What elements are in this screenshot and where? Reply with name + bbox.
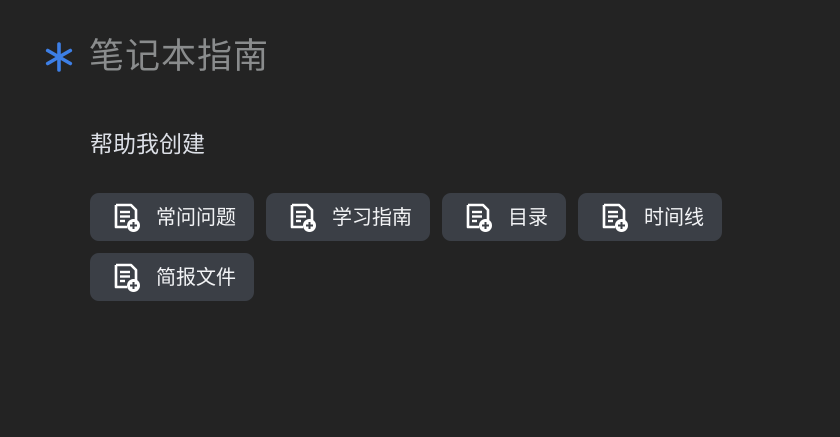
table-of-contents-button[interactable]: 目录 — [442, 193, 566, 241]
section-subtitle: 帮助我创建 — [90, 132, 205, 158]
add-note-icon — [110, 201, 142, 233]
add-note-icon — [110, 261, 142, 293]
page-title: 笔记本指南 — [89, 37, 270, 77]
notebook-guide-panel: 笔记本指南 帮助我创建 常问问题 学习指南 目录 时间线 简报文件 — [0, 0, 840, 437]
header: 笔记本指南 — [44, 32, 269, 82]
add-note-icon — [462, 201, 494, 233]
study-guide-button[interactable]: 学习指南 — [266, 193, 430, 241]
action-chip-row: 简报文件 — [90, 253, 254, 301]
timeline-button-label: 时间线 — [644, 205, 704, 229]
action-chip-row: 常问问题 学习指南 目录 时间线 — [90, 193, 722, 241]
timeline-button[interactable]: 时间线 — [578, 193, 722, 241]
study-guide-button-label: 学习指南 — [332, 205, 412, 229]
add-note-icon — [286, 201, 318, 233]
add-note-icon — [598, 201, 630, 233]
asterisk-icon — [44, 42, 74, 72]
faq-button[interactable]: 常问问题 — [90, 193, 254, 241]
briefing-doc-button[interactable]: 简报文件 — [90, 253, 254, 301]
table-of-contents-button-label: 目录 — [508, 205, 548, 229]
faq-button-label: 常问问题 — [156, 205, 236, 229]
briefing-doc-button-label: 简报文件 — [156, 265, 236, 289]
